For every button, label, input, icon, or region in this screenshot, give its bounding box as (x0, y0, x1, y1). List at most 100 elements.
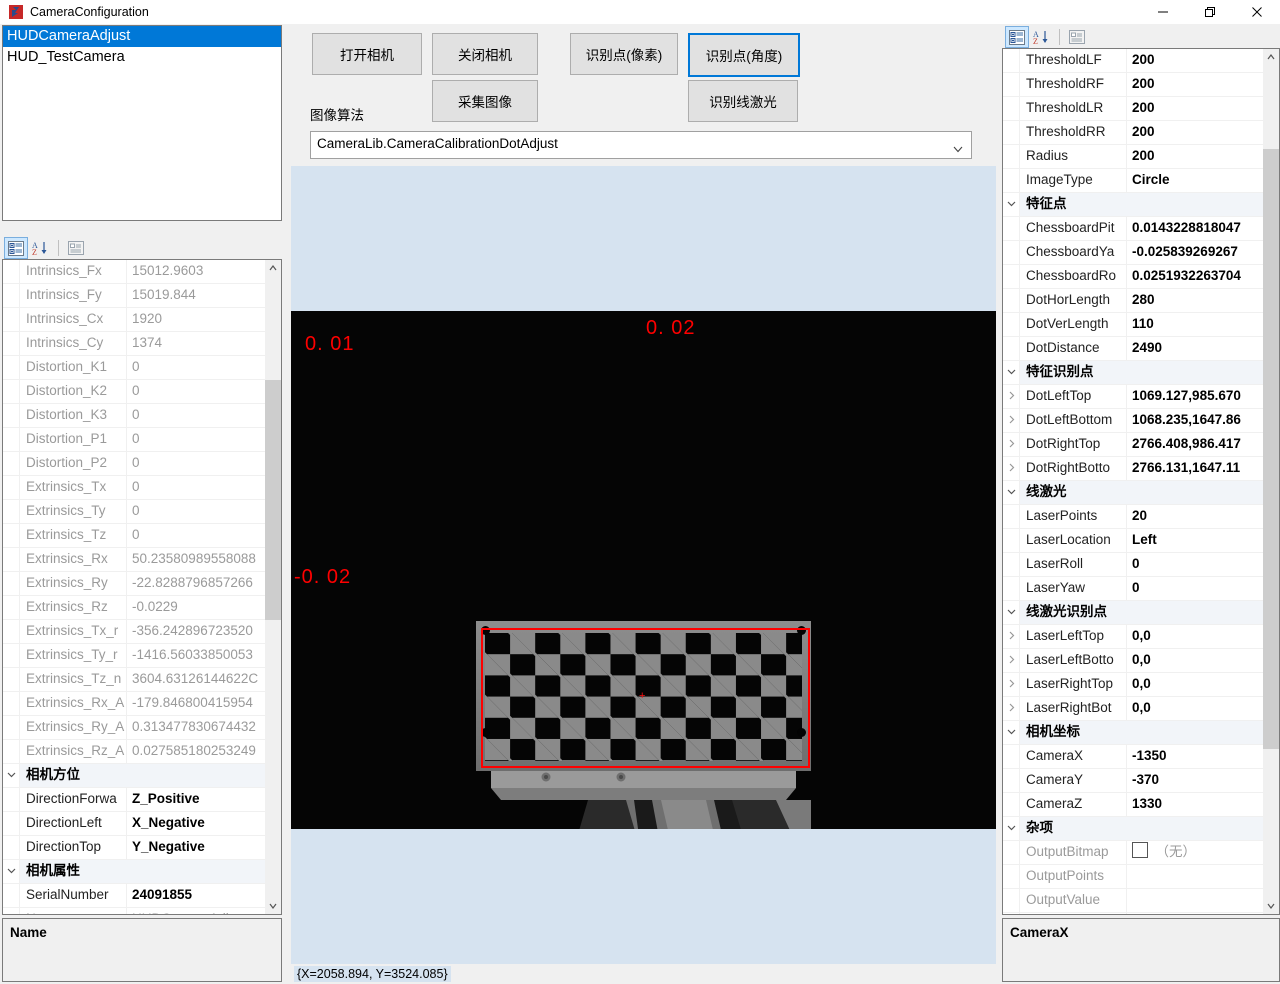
property-value[interactable]: -356.242896723520 (127, 620, 265, 643)
property-row[interactable]: DotLeftBottom 1068.235,1647.86 (1003, 409, 1263, 433)
property-row[interactable]: Intrinsics_Fx 15012.9603 (3, 260, 265, 284)
property-value[interactable]: 1330 (1127, 793, 1263, 816)
property-row[interactable]: Extrinsics_Rx_A -179.846800415954 (3, 692, 265, 716)
property-row[interactable]: Extrinsics_Ty 0 (3, 500, 265, 524)
category-expander[interactable] (1003, 721, 1020, 744)
minimize-icon[interactable] (1140, 0, 1186, 24)
property-row[interactable]: Intrinsics_Cx 1920 (3, 308, 265, 332)
property-value[interactable]: 0.0143228818047 (1127, 217, 1263, 240)
property-value[interactable]: 0 (127, 476, 265, 499)
property-value[interactable]: 0 (1127, 577, 1263, 600)
property-row[interactable]: Extrinsics_Rx 50.23580989558088 (3, 548, 265, 572)
property-value[interactable]: Left (1127, 529, 1263, 552)
image-viewport[interactable]: + 0. 01 0. 02 -0. 02 (291, 166, 996, 966)
property-row[interactable]: CameraY -370 (1003, 769, 1263, 793)
property-value[interactable]: 2766.131,1647.11 (1127, 457, 1263, 480)
chevron-right-icon[interactable] (1007, 439, 1016, 448)
property-row[interactable]: DotDistance 2490 (1003, 337, 1263, 361)
property-value[interactable]: 3604.63126144622C (127, 668, 265, 691)
close-icon[interactable] (1234, 0, 1280, 24)
property-row[interactable]: Distortion_K2 0 (3, 380, 265, 404)
chevron-down-icon[interactable] (1007, 823, 1016, 832)
camera-list-item[interactable]: HUD_TestCamera (3, 47, 281, 68)
property-row[interactable]: Extrinsics_Tz_n 3604.63126144622C (3, 668, 265, 692)
property-value[interactable]: 0 (127, 404, 265, 427)
alphabetical-sort-icon[interactable]: A Z (1031, 27, 1053, 47)
property-value[interactable]: （无） (1127, 841, 1263, 864)
property-value[interactable]: 200 (1127, 49, 1263, 72)
chevron-right-icon[interactable] (1007, 679, 1016, 688)
row-expander[interactable] (1003, 409, 1020, 432)
chevron-right-icon[interactable] (1007, 463, 1016, 472)
property-row[interactable]: OutputValue (1003, 889, 1263, 913)
property-row[interactable]: ThresholdLF 200 (1003, 49, 1263, 73)
property-value[interactable] (1127, 889, 1263, 912)
property-pages-icon[interactable] (1066, 27, 1088, 47)
chevron-down-icon[interactable] (7, 866, 16, 875)
detect-points-angle-button[interactable]: 识别点(角度) (688, 33, 800, 77)
property-category-row[interactable]: 线激光 (1003, 481, 1263, 505)
camera-list-item[interactable]: HUDCameraAdjust (3, 26, 281, 47)
property-value[interactable]: 1374 (127, 332, 265, 355)
property-value[interactable]: 200 (1127, 73, 1263, 96)
property-value[interactable]: -179.846800415954 (127, 692, 265, 715)
property-value[interactable]: -0.0229 (127, 596, 265, 619)
detect-line-laser-button[interactable]: 识别线激光 (688, 80, 798, 122)
property-value[interactable]: -1416.56033850053 (127, 644, 265, 667)
category-expander[interactable] (1003, 817, 1020, 840)
property-value[interactable] (1127, 913, 1263, 914)
property-value[interactable]: 50.23580989558088 (127, 548, 265, 571)
left-grid-scrollbar[interactable] (265, 260, 281, 914)
chevron-down-icon[interactable] (1007, 607, 1016, 616)
property-value[interactable]: 0 (127, 380, 265, 403)
right-property-grid[interactable]: ThresholdLF 200 ThresholdRF 200 ThresholdLR 2… (1002, 48, 1280, 915)
property-row[interactable]: Extrinsics_Rz_A 0.027585180253249 (3, 740, 265, 764)
property-row[interactable]: ThresholdLR 200 (1003, 97, 1263, 121)
chevron-down-icon[interactable] (1007, 727, 1016, 736)
category-expander[interactable] (1003, 193, 1020, 216)
property-row[interactable]: CameraX -1350 (1003, 745, 1263, 769)
property-value[interactable]: 20 (1127, 505, 1263, 528)
bitmap-checkbox[interactable] (1132, 842, 1148, 858)
row-expander[interactable] (1003, 433, 1020, 456)
property-row[interactable]: NameHUDCameraAdjust (3, 908, 265, 914)
property-row[interactable]: OutputBitmap （无） (1003, 841, 1263, 865)
property-value[interactable]: HUDCameraAdjust (127, 908, 265, 914)
property-category-row[interactable]: 特征识别点 (1003, 361, 1263, 385)
property-row[interactable]: ThresholdRF 200 (1003, 73, 1263, 97)
property-value[interactable]: 0,0 (1127, 673, 1263, 696)
property-value[interactable]: 24091855 (127, 884, 265, 907)
property-row[interactable]: Extrinsics_Ty_r -1416.56033850053 (3, 644, 265, 668)
restore-icon[interactable] (1187, 0, 1233, 24)
property-category-row[interactable]: 相机属性 (3, 860, 265, 884)
right-grid-scrollbar[interactable] (1263, 49, 1279, 914)
scroll-up-icon[interactable] (265, 260, 281, 276)
property-category-row[interactable]: 特征点 (1003, 193, 1263, 217)
property-value[interactable]: 15019.844 (127, 284, 265, 307)
property-value[interactable]: 0 (127, 356, 265, 379)
row-expander[interactable] (1003, 673, 1020, 696)
property-value[interactable]: 1920 (127, 308, 265, 331)
property-row[interactable]: LaserLocation Left (1003, 529, 1263, 553)
scroll-down-icon[interactable] (1263, 898, 1279, 914)
left-property-grid[interactable]: Intrinsics_Fx 15012.9603 Intrinsics_Fy 1501… (2, 259, 282, 915)
property-value[interactable] (1127, 865, 1263, 888)
property-value[interactable]: -22.8288796857266 (127, 572, 265, 595)
property-value[interactable]: X_Negative (127, 812, 265, 835)
property-row[interactable]: SerialNumber 24091855 (3, 884, 265, 908)
property-value[interactable]: 2490 (1127, 337, 1263, 360)
property-category-row[interactable]: 相机方位 (3, 764, 265, 788)
chevron-right-icon[interactable] (1007, 415, 1016, 424)
property-row[interactable]: Extrinsics_Rz -0.0229 (3, 596, 265, 620)
property-row[interactable]: Extrinsics_Tz 0 (3, 524, 265, 548)
property-row[interactable]: DotLeftTop 1069.127,985.670 (1003, 385, 1263, 409)
property-row[interactable]: Intrinsics_Fy 15019.844 (3, 284, 265, 308)
property-row[interactable]: LaserPoints 20 (1003, 505, 1263, 529)
category-expander[interactable] (3, 764, 20, 787)
chevron-down-icon[interactable] (1007, 367, 1016, 376)
property-row[interactable]: Intrinsics_Cy 1374 (3, 332, 265, 356)
property-value[interactable]: 0 (1127, 553, 1263, 576)
property-value[interactable]: 1068.235,1647.86 (1127, 409, 1263, 432)
property-value[interactable]: -0.025839269267 (1127, 241, 1263, 264)
scroll-down-icon[interactable] (265, 898, 281, 914)
